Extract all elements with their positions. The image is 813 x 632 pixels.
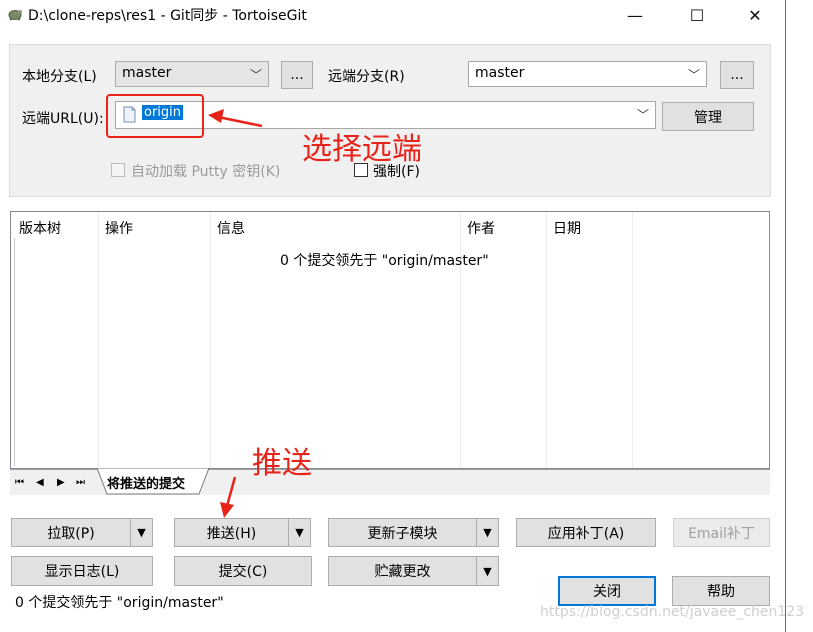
- status-text: 0 个提交领先于 "origin/master": [15, 595, 224, 611]
- local-branch-value: master: [122, 65, 172, 81]
- update-submodules-button[interactable]: 更新子模块 ▼: [328, 518, 499, 547]
- minimize-button[interactable]: —: [612, 0, 658, 30]
- local-branch-combo[interactable]: master ﹀: [115, 61, 269, 87]
- pull-label: 拉取(P): [47, 525, 95, 542]
- apply-patch-button[interactable]: 应用补丁(A): [516, 518, 656, 547]
- remote-branch-combo[interactable]: master ﹀: [468, 61, 707, 87]
- autoload-putty-checkbox[interactable]: [111, 163, 125, 177]
- title-bar: D:\clone-reps\res1 - Git同步 - TortoiseGit…: [0, 0, 786, 30]
- remote-branch-value: master: [475, 65, 525, 81]
- annotation-arrow-left-icon: [208, 109, 263, 128]
- column-header-action[interactable]: 操作: [105, 218, 133, 238]
- tortoisegit-icon: [7, 6, 23, 22]
- watermark-text: https://blog.csdn.net/javaee_chen123: [540, 604, 805, 620]
- tab-last-icon[interactable]: ⏭: [76, 477, 85, 488]
- column-divider: [98, 212, 99, 468]
- close-button[interactable]: 关闭: [558, 576, 656, 606]
- column-header-message[interactable]: 信息: [217, 218, 245, 238]
- pull-button[interactable]: 拉取(P) ▼: [11, 518, 153, 547]
- annotation-arrow-down-icon: [220, 476, 237, 518]
- remote-branch-label: 远端分支(R): [328, 69, 405, 85]
- stash-button[interactable]: 贮藏更改 ▼: [328, 556, 499, 586]
- stash-dropdown-icon[interactable]: ▼: [476, 557, 498, 585]
- help-button[interactable]: 帮助: [672, 576, 770, 606]
- remote-branch-browse-button[interactable]: ...: [720, 61, 754, 89]
- chevron-down-icon: ﹀: [636, 108, 649, 122]
- tab-commits-to-push[interactable]: 将推送的提交: [97, 468, 209, 495]
- window-title: D:\clone-reps\res1 - Git同步 - TortoiseGit: [28, 8, 307, 24]
- column-divider: [632, 212, 633, 468]
- update-submodules-dropdown-icon[interactable]: ▼: [476, 519, 498, 546]
- push-button[interactable]: 推送(H) ▼: [174, 518, 311, 547]
- column-header-graph[interactable]: 版本树: [19, 218, 61, 238]
- tab-label: 将推送的提交: [107, 477, 186, 492]
- tab-next-icon[interactable]: ▶: [57, 477, 65, 488]
- list-empty-message: 0 个提交领先于 "origin/master": [280, 253, 489, 269]
- column-header-author[interactable]: 作者: [467, 218, 495, 238]
- column-divider: [546, 212, 547, 468]
- update-submodules-label: 更新子模块: [367, 525, 438, 542]
- push-dropdown-icon[interactable]: ▼: [288, 519, 310, 546]
- annotation-select-remote: 选择远端: [302, 132, 422, 167]
- commit-list[interactable]: 版本树 操作 信息 作者 日期 0 个提交领先于 "origin/master": [10, 211, 770, 469]
- annotation-push: 推送: [252, 446, 312, 481]
- manage-remotes-button[interactable]: 管理: [662, 102, 754, 131]
- tab-first-icon[interactable]: ⏮: [15, 477, 24, 488]
- stash-label: 贮藏更改: [374, 564, 431, 580]
- maximize-button[interactable]: ☐: [674, 0, 720, 30]
- tab-prev-icon[interactable]: ◀: [36, 477, 44, 488]
- window-border: [785, 0, 786, 632]
- remote-url-label: 远端URL(U):: [22, 111, 104, 127]
- email-patch-button[interactable]: Email补丁: [673, 518, 770, 547]
- annotation-highlight-box: [106, 94, 204, 138]
- commit-button[interactable]: 提交(C): [174, 556, 312, 586]
- show-log-button[interactable]: 显示日志(L): [11, 556, 153, 586]
- column-header-date[interactable]: 日期: [553, 218, 581, 238]
- autoload-putty-label: 自动加载 Putty 密钥(K): [131, 164, 281, 180]
- pull-dropdown-icon[interactable]: ▼: [130, 519, 152, 546]
- chevron-down-icon: ﹀: [249, 68, 262, 82]
- close-window-button[interactable]: ✕: [732, 0, 778, 30]
- local-branch-label: 本地分支(L): [22, 69, 97, 85]
- list-left-guide: [14, 238, 15, 466]
- push-label: 推送(H): [206, 525, 257, 542]
- column-divider: [210, 212, 211, 468]
- chevron-down-icon: ﹀: [687, 68, 700, 82]
- local-branch-browse-button[interactable]: ...: [281, 61, 313, 89]
